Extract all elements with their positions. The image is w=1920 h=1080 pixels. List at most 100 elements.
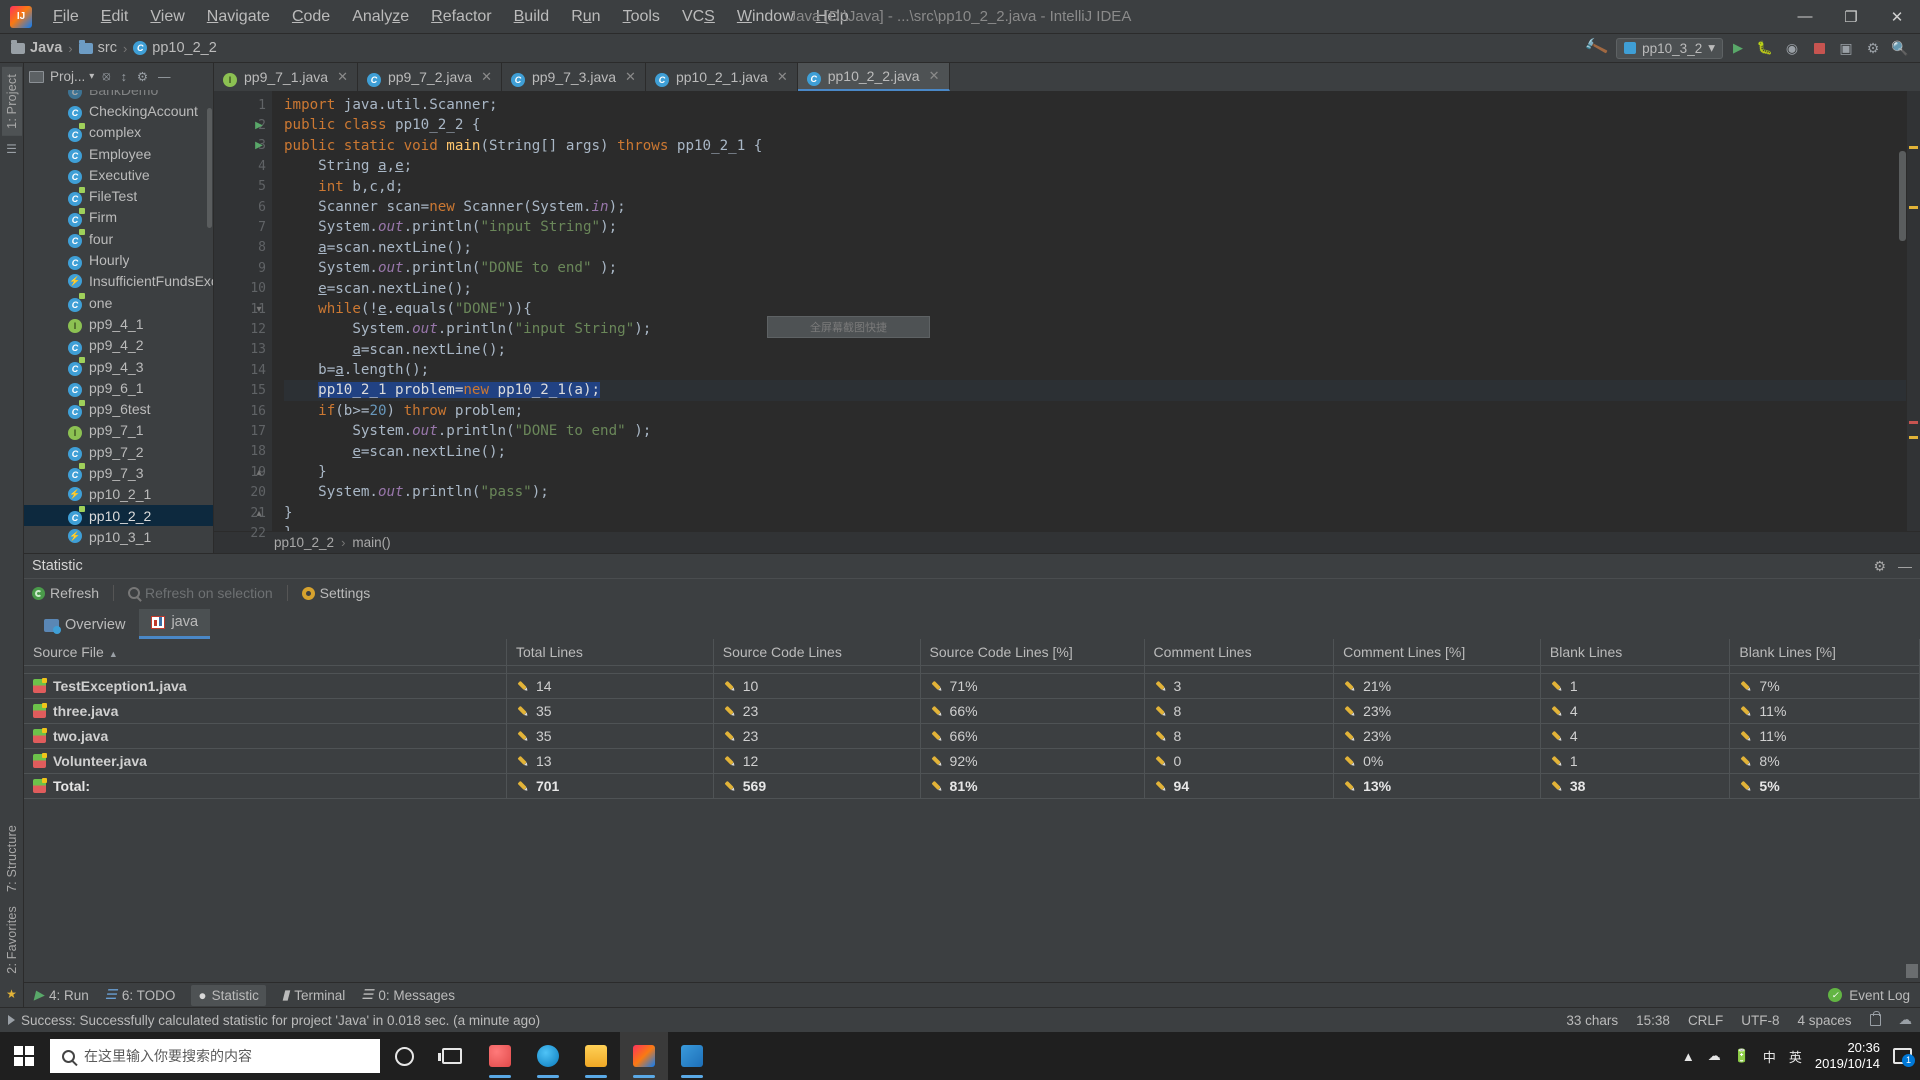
- gutter-mark[interactable]: [250, 95, 268, 115]
- tray-expand-icon[interactable]: ▲: [1682, 1049, 1695, 1064]
- close-button[interactable]: ✕: [1874, 0, 1920, 33]
- project-tree-item[interactable]: Cpp9_7_2: [24, 441, 213, 462]
- column-header[interactable]: Comment Lines [%]: [1333, 639, 1541, 666]
- gear-icon[interactable]: ⚙: [1873, 558, 1886, 575]
- project-tree-item[interactable]: C Employee: [24, 143, 213, 164]
- menu-help[interactable]: Help: [805, 4, 860, 30]
- locate-icon[interactable]: ⦻: [100, 69, 112, 84]
- gutter-mark[interactable]: [250, 401, 268, 421]
- structure-icon[interactable]: ☰: [6, 142, 17, 156]
- event-log-button[interactable]: ✓ Event Log: [1828, 988, 1910, 1003]
- menu-run[interactable]: Run: [560, 4, 611, 30]
- table-row[interactable]: Volunteer.java 13 12 92% 0 0% 1 8%: [24, 748, 1920, 774]
- menu-view[interactable]: View: [139, 4, 195, 30]
- column-header[interactable]: Comment Lines: [1144, 639, 1335, 666]
- project-tree-item[interactable]: Cpp9_6_1: [24, 377, 213, 398]
- taskbar-search-input[interactable]: 在这里输入你要搜索的内容: [50, 1039, 380, 1073]
- project-tree-item[interactable]: InsufficientFundsExc: [24, 271, 213, 292]
- project-tree-item[interactable]: Cpp9_6test: [24, 398, 213, 419]
- onedrive-icon[interactable]: ☁: [1708, 1048, 1721, 1064]
- tool-button-terminal[interactable]: ▮ Terminal: [282, 987, 345, 1003]
- cortana-button[interactable]: [380, 1032, 428, 1080]
- minimize-button[interactable]: —: [1782, 0, 1828, 33]
- tool-button-statistic[interactable]: ● Statistic: [191, 984, 266, 1006]
- column-header[interactable]: Source File ▲: [24, 639, 507, 666]
- gutter-mark[interactable]: [250, 238, 268, 258]
- taskbar-clock[interactable]: 20:36 2019/10/14: [1815, 1040, 1880, 1073]
- gutter-mark[interactable]: [250, 421, 268, 441]
- project-tree-item[interactable]: pp10_3_1: [24, 526, 213, 547]
- gutter-mark[interactable]: [250, 197, 268, 217]
- project-tree-item[interactable]: C CheckingAccount: [24, 100, 213, 121]
- menu-analyze[interactable]: Analyze: [341, 4, 420, 30]
- run-button[interactable]: ▶: [1726, 37, 1750, 59]
- gutter-mark[interactable]: [250, 156, 268, 176]
- gutter-mark[interactable]: [250, 319, 268, 339]
- menu-refactor[interactable]: Refactor: [420, 4, 502, 30]
- ime-indicator[interactable]: 中: [1763, 1047, 1776, 1066]
- indent-setting[interactable]: 4 spaces: [1797, 1013, 1851, 1028]
- table-row[interactable]: TestException1.java 14 10 71% 3 21% 1 7%: [24, 673, 1920, 699]
- gutter-mark[interactable]: [250, 340, 268, 360]
- editor-tab[interactable]: Cpp9_7_2.java ✕: [358, 63, 502, 91]
- tool-button-todo[interactable]: ☰ 6: TODO: [105, 987, 176, 1003]
- column-header[interactable]: Source Code Lines: [713, 639, 921, 666]
- battery-icon[interactable]: 🔋: [1734, 1048, 1750, 1064]
- tab-java[interactable]: java: [139, 609, 211, 639]
- debug-button[interactable]: 🐛: [1753, 37, 1777, 59]
- stop-button[interactable]: [1807, 37, 1831, 59]
- run-configuration-selector[interactable]: pp10_3_2 ▾: [1616, 37, 1723, 59]
- gutter-mark[interactable]: [250, 258, 268, 278]
- tool-button-messages[interactable]: ☰ 0: Messages: [361, 987, 455, 1003]
- start-button[interactable]: [0, 1032, 48, 1080]
- caret-position[interactable]: 15:38: [1636, 1013, 1670, 1028]
- gutter-mark[interactable]: [250, 380, 268, 400]
- editor-tab[interactable]: Ipp9_7_1.java ✕: [214, 63, 358, 91]
- project-panel-title[interactable]: Proj... ▾: [50, 69, 94, 84]
- column-header[interactable]: Blank Lines: [1540, 639, 1731, 666]
- gutter-mark[interactable]: [250, 279, 268, 299]
- search-everywhere-icon[interactable]: 🔍: [1888, 37, 1912, 59]
- close-icon[interactable]: ✕: [625, 69, 636, 85]
- menu-window[interactable]: Window: [726, 4, 805, 30]
- project-tree-item[interactable]: Cfour: [24, 228, 213, 249]
- taskbar-app-edge[interactable]: [524, 1032, 572, 1080]
- breadcrumb-method-name[interactable]: main(): [352, 535, 390, 550]
- project-tree-item[interactable]: Ipp9_7_1: [24, 420, 213, 441]
- hide-icon[interactable]: —: [156, 70, 173, 84]
- statistic-table-wrapper[interactable]: Source File ▲ Total Lines Source Code Lines…: [24, 639, 1920, 982]
- lock-icon[interactable]: [1869, 1011, 1881, 1026]
- gutter-mark[interactable]: ▶: [250, 136, 268, 156]
- refresh-on-selection-button[interactable]: Refresh on selection: [128, 585, 273, 601]
- project-tree-item[interactable]: Ipp9_4_1: [24, 313, 213, 334]
- project-tree-item[interactable]: C BankDemo: [24, 90, 213, 100]
- close-icon[interactable]: ✕: [929, 68, 940, 84]
- gutter-mark[interactable]: [250, 523, 268, 543]
- gear-icon[interactable]: ⚙: [135, 69, 150, 84]
- project-tree-item[interactable]: Cpp10_3_2: [24, 548, 213, 553]
- task-view-button[interactable]: [428, 1032, 476, 1080]
- project-tree-item[interactable]: C FileTest: [24, 185, 213, 206]
- project-tree-item[interactable]: Cone: [24, 292, 213, 313]
- code-text[interactable]: 全屏幕截图快捷 import java.util.Scanner; public …: [272, 91, 1906, 531]
- maximize-button[interactable]: ❐: [1828, 0, 1874, 33]
- settings-button[interactable]: Settings: [301, 585, 370, 601]
- breadcrumb-src[interactable]: src: [74, 38, 122, 58]
- project-tree-item[interactable]: pp10_2_1: [24, 484, 213, 505]
- gutter-mark[interactable]: [250, 360, 268, 380]
- gutter-mark[interactable]: [250, 177, 268, 197]
- gutter-mark[interactable]: ▶: [250, 115, 268, 135]
- settings-gear-icon[interactable]: ⚙: [1861, 37, 1885, 59]
- project-tree-item[interactable]: C Executive: [24, 164, 213, 185]
- sidebar-tab-structure[interactable]: 7: Structure: [2, 818, 22, 899]
- taskbar-app-explorer[interactable]: [572, 1032, 620, 1080]
- menu-tools[interactable]: Tools: [612, 4, 671, 30]
- editor-tab[interactable]: Cpp10_2_1.java ✕: [646, 63, 798, 91]
- gutter-mark[interactable]: [250, 217, 268, 237]
- sidebar-tab-favorites[interactable]: 2: Favorites: [2, 899, 22, 981]
- table-row[interactable]: two.java 35 23 66% 8 23% 4 11%: [24, 723, 1920, 749]
- taskbar-app-qq[interactable]: [476, 1032, 524, 1080]
- collapse-all-icon[interactable]: ↕: [119, 70, 129, 84]
- refresh-button[interactable]: Refresh: [32, 585, 99, 601]
- editor-scrollbar[interactable]: [1899, 151, 1906, 241]
